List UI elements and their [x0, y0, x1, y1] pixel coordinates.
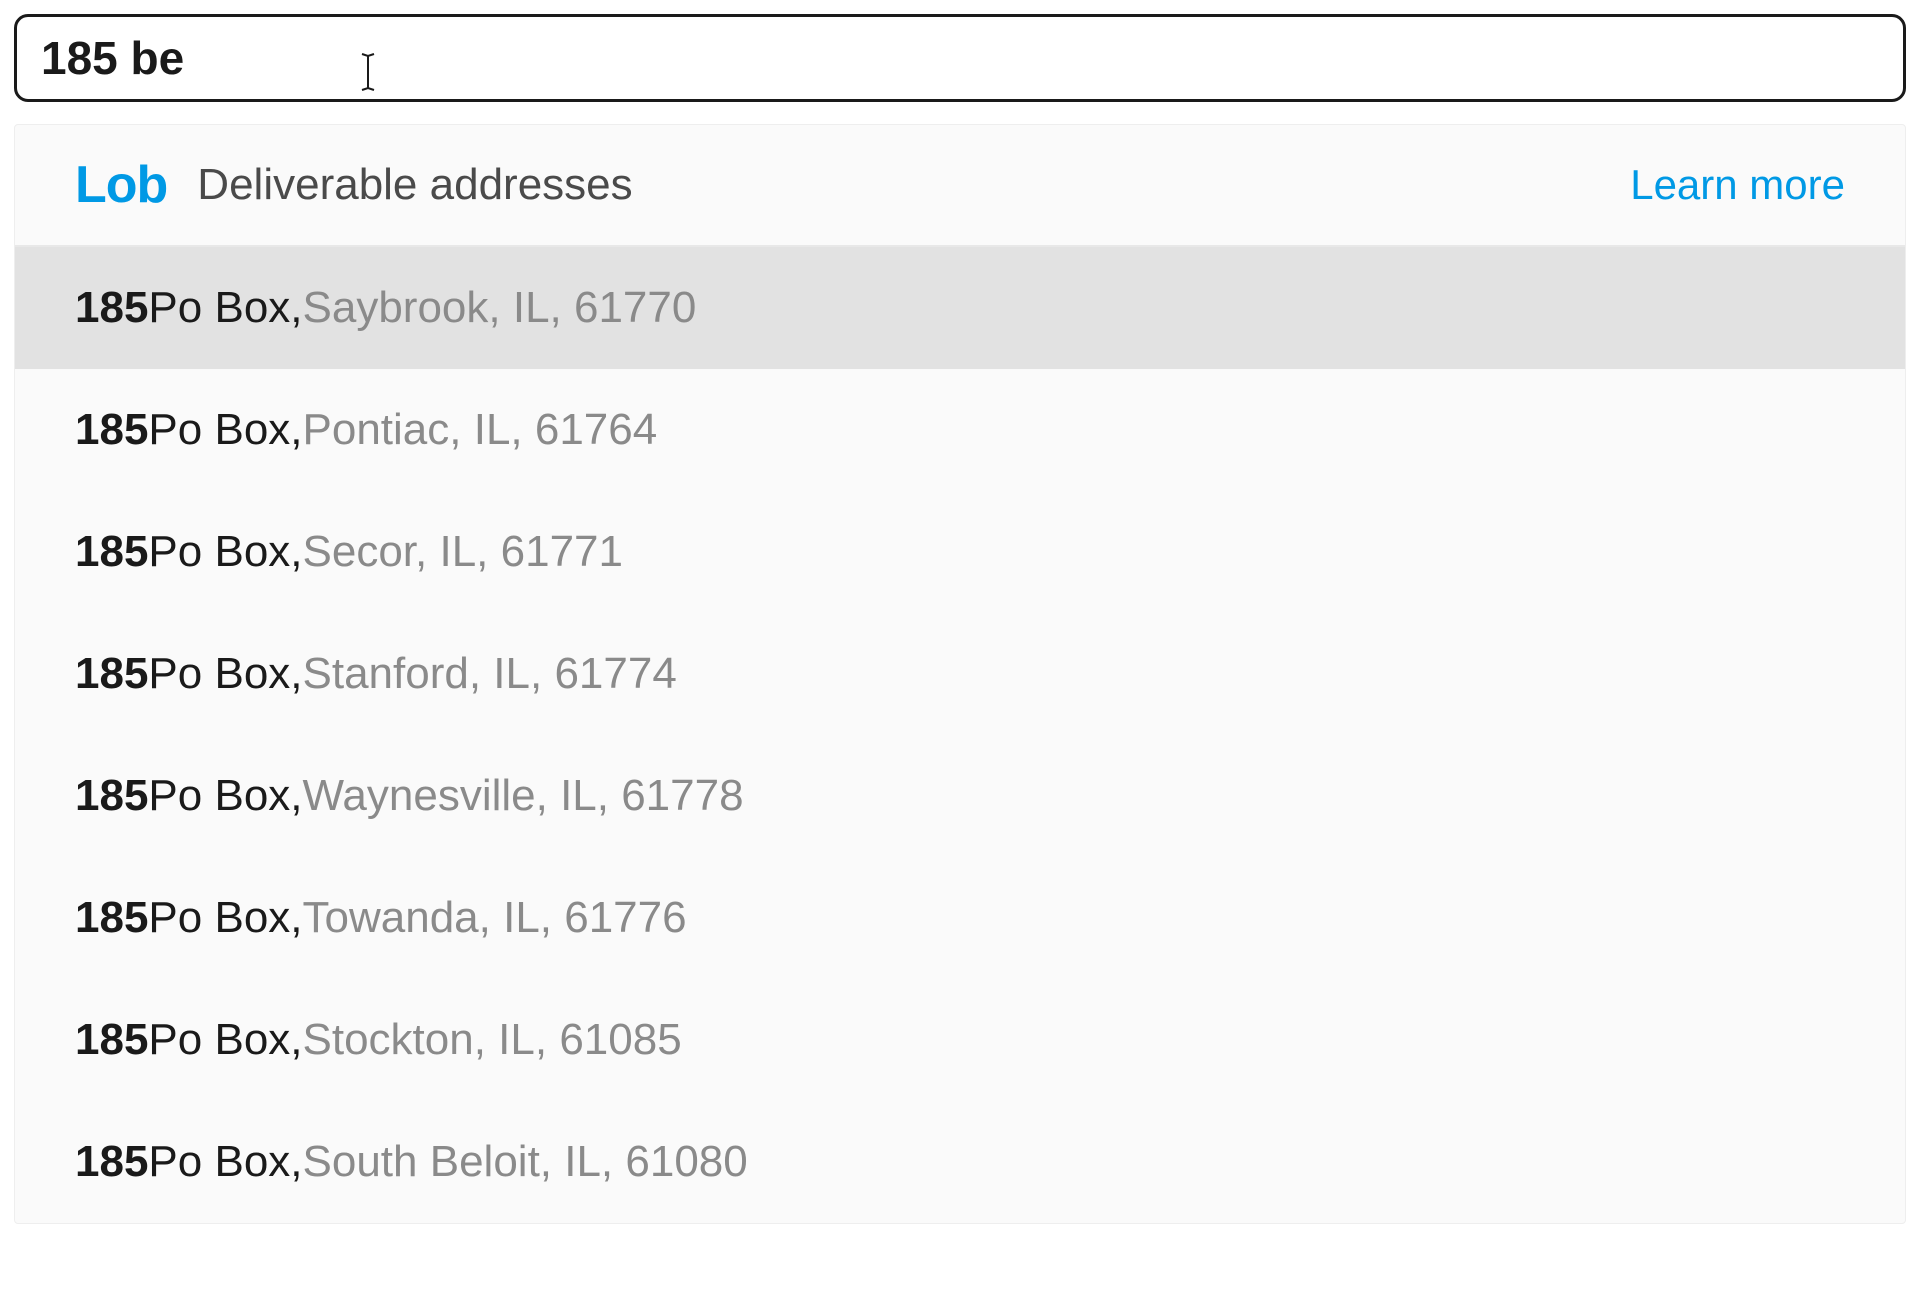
suggestion-region-text: Stanford, IL, 61774: [303, 649, 677, 699]
suggestion-region-text: Towanda, IL, 61776: [303, 893, 687, 943]
dropdown-header: Lob Deliverable addresses Learn more: [15, 125, 1905, 247]
suggestion-item[interactable]: 185 Po Box, Stanford, IL, 61774: [15, 613, 1905, 735]
suggestion-item[interactable]: 185 Po Box, Secor, IL, 61771: [15, 491, 1905, 613]
suggestion-primary-text: 185: [75, 893, 148, 943]
suggestions-list: 185 Po Box, Saybrook, IL, 61770185 Po Bo…: [15, 247, 1905, 1223]
suggestion-primary-text: 185: [75, 1015, 148, 1065]
suggestion-primary-text: 185: [75, 283, 148, 333]
suggestion-secondary-text: Po Box,: [148, 649, 302, 699]
suggestion-region-text: Secor, IL, 61771: [303, 527, 623, 577]
suggestion-primary-text: 185: [75, 1137, 148, 1187]
suggestion-secondary-text: Po Box,: [148, 527, 302, 577]
lob-logo: Lob: [75, 155, 167, 215]
suggestion-item[interactable]: 185 Po Box, Towanda, IL, 61776: [15, 857, 1905, 979]
suggestion-item[interactable]: 185 Po Box, Stockton, IL, 61085: [15, 979, 1905, 1101]
address-search-input[interactable]: [14, 14, 1906, 102]
suggestion-region-text: Stockton, IL, 61085: [303, 1015, 682, 1065]
suggestion-secondary-text: Po Box,: [148, 405, 302, 455]
dropdown-header-left: Lob Deliverable addresses: [75, 155, 633, 215]
address-autocomplete-container: Lob Deliverable addresses Learn more 185…: [14, 14, 1906, 1224]
suggestion-region-text: Pontiac, IL, 61764: [303, 405, 658, 455]
suggestion-primary-text: 185: [75, 771, 148, 821]
suggestion-item[interactable]: 185 Po Box, South Beloit, IL, 61080: [15, 1101, 1905, 1223]
suggestion-item[interactable]: 185 Po Box, Pontiac, IL, 61764: [15, 369, 1905, 491]
suggestion-region-text: Waynesville, IL, 61778: [303, 771, 744, 821]
suggestion-item[interactable]: 185 Po Box, Waynesville, IL, 61778: [15, 735, 1905, 857]
suggestion-secondary-text: Po Box,: [148, 771, 302, 821]
suggestion-secondary-text: Po Box,: [148, 1137, 302, 1187]
suggestion-primary-text: 185: [75, 405, 148, 455]
suggestion-item[interactable]: 185 Po Box, Saybrook, IL, 61770: [15, 247, 1905, 369]
learn-more-link[interactable]: Learn more: [1630, 161, 1845, 209]
suggestion-primary-text: 185: [75, 649, 148, 699]
suggestion-secondary-text: Po Box,: [148, 893, 302, 943]
autocomplete-dropdown: Lob Deliverable addresses Learn more 185…: [14, 124, 1906, 1224]
suggestion-primary-text: 185: [75, 527, 148, 577]
dropdown-header-title: Deliverable addresses: [197, 160, 632, 210]
suggestion-secondary-text: Po Box,: [148, 283, 302, 333]
suggestion-region-text: South Beloit, IL, 61080: [303, 1137, 748, 1187]
suggestion-region-text: Saybrook, IL, 61770: [303, 283, 697, 333]
suggestion-secondary-text: Po Box,: [148, 1015, 302, 1065]
